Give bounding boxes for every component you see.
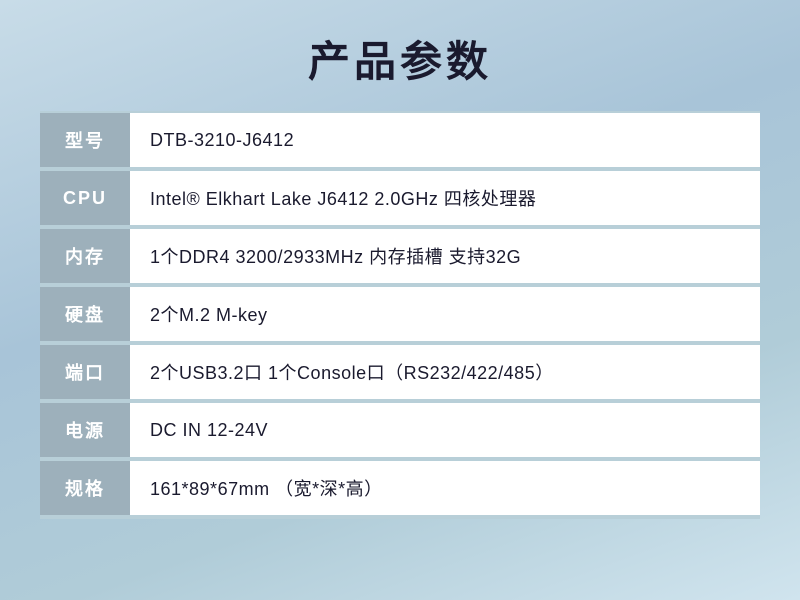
spec-value: 2个USB3.2口 1个Console口（RS232/422/485）: [130, 343, 760, 401]
spec-label: 规格: [40, 459, 130, 517]
spec-label: CPU: [40, 169, 130, 227]
specs-table: 型号DTB-3210-J6412CPUIntel® Elkhart Lake J…: [40, 111, 760, 519]
spec-value: Intel® Elkhart Lake J6412 2.0GHz 四核处理器: [130, 169, 760, 227]
page-title: 产品参数: [308, 28, 492, 89]
table-row: 规格161*89*67mm （宽*深*高）: [40, 459, 760, 517]
table-row: 型号DTB-3210-J6412: [40, 112, 760, 169]
spec-value: DC IN 12-24V: [130, 401, 760, 459]
spec-label: 端口: [40, 343, 130, 401]
table-row: CPUIntel® Elkhart Lake J6412 2.0GHz 四核处理…: [40, 169, 760, 227]
spec-value: DTB-3210-J6412: [130, 112, 760, 169]
spec-value: 1个DDR4 3200/2933MHz 内存插槽 支持32G: [130, 227, 760, 285]
table-row: 硬盘2个M.2 M-key: [40, 285, 760, 343]
spec-label: 型号: [40, 112, 130, 169]
table-row: 电源DC IN 12-24V: [40, 401, 760, 459]
spec-value: 2个M.2 M-key: [130, 285, 760, 343]
table-row: 端口2个USB3.2口 1个Console口（RS232/422/485）: [40, 343, 760, 401]
spec-label: 硬盘: [40, 285, 130, 343]
table-row: 内存1个DDR4 3200/2933MHz 内存插槽 支持32G: [40, 227, 760, 285]
spec-label: 内存: [40, 227, 130, 285]
spec-label: 电源: [40, 401, 130, 459]
spec-value: 161*89*67mm （宽*深*高）: [130, 459, 760, 517]
